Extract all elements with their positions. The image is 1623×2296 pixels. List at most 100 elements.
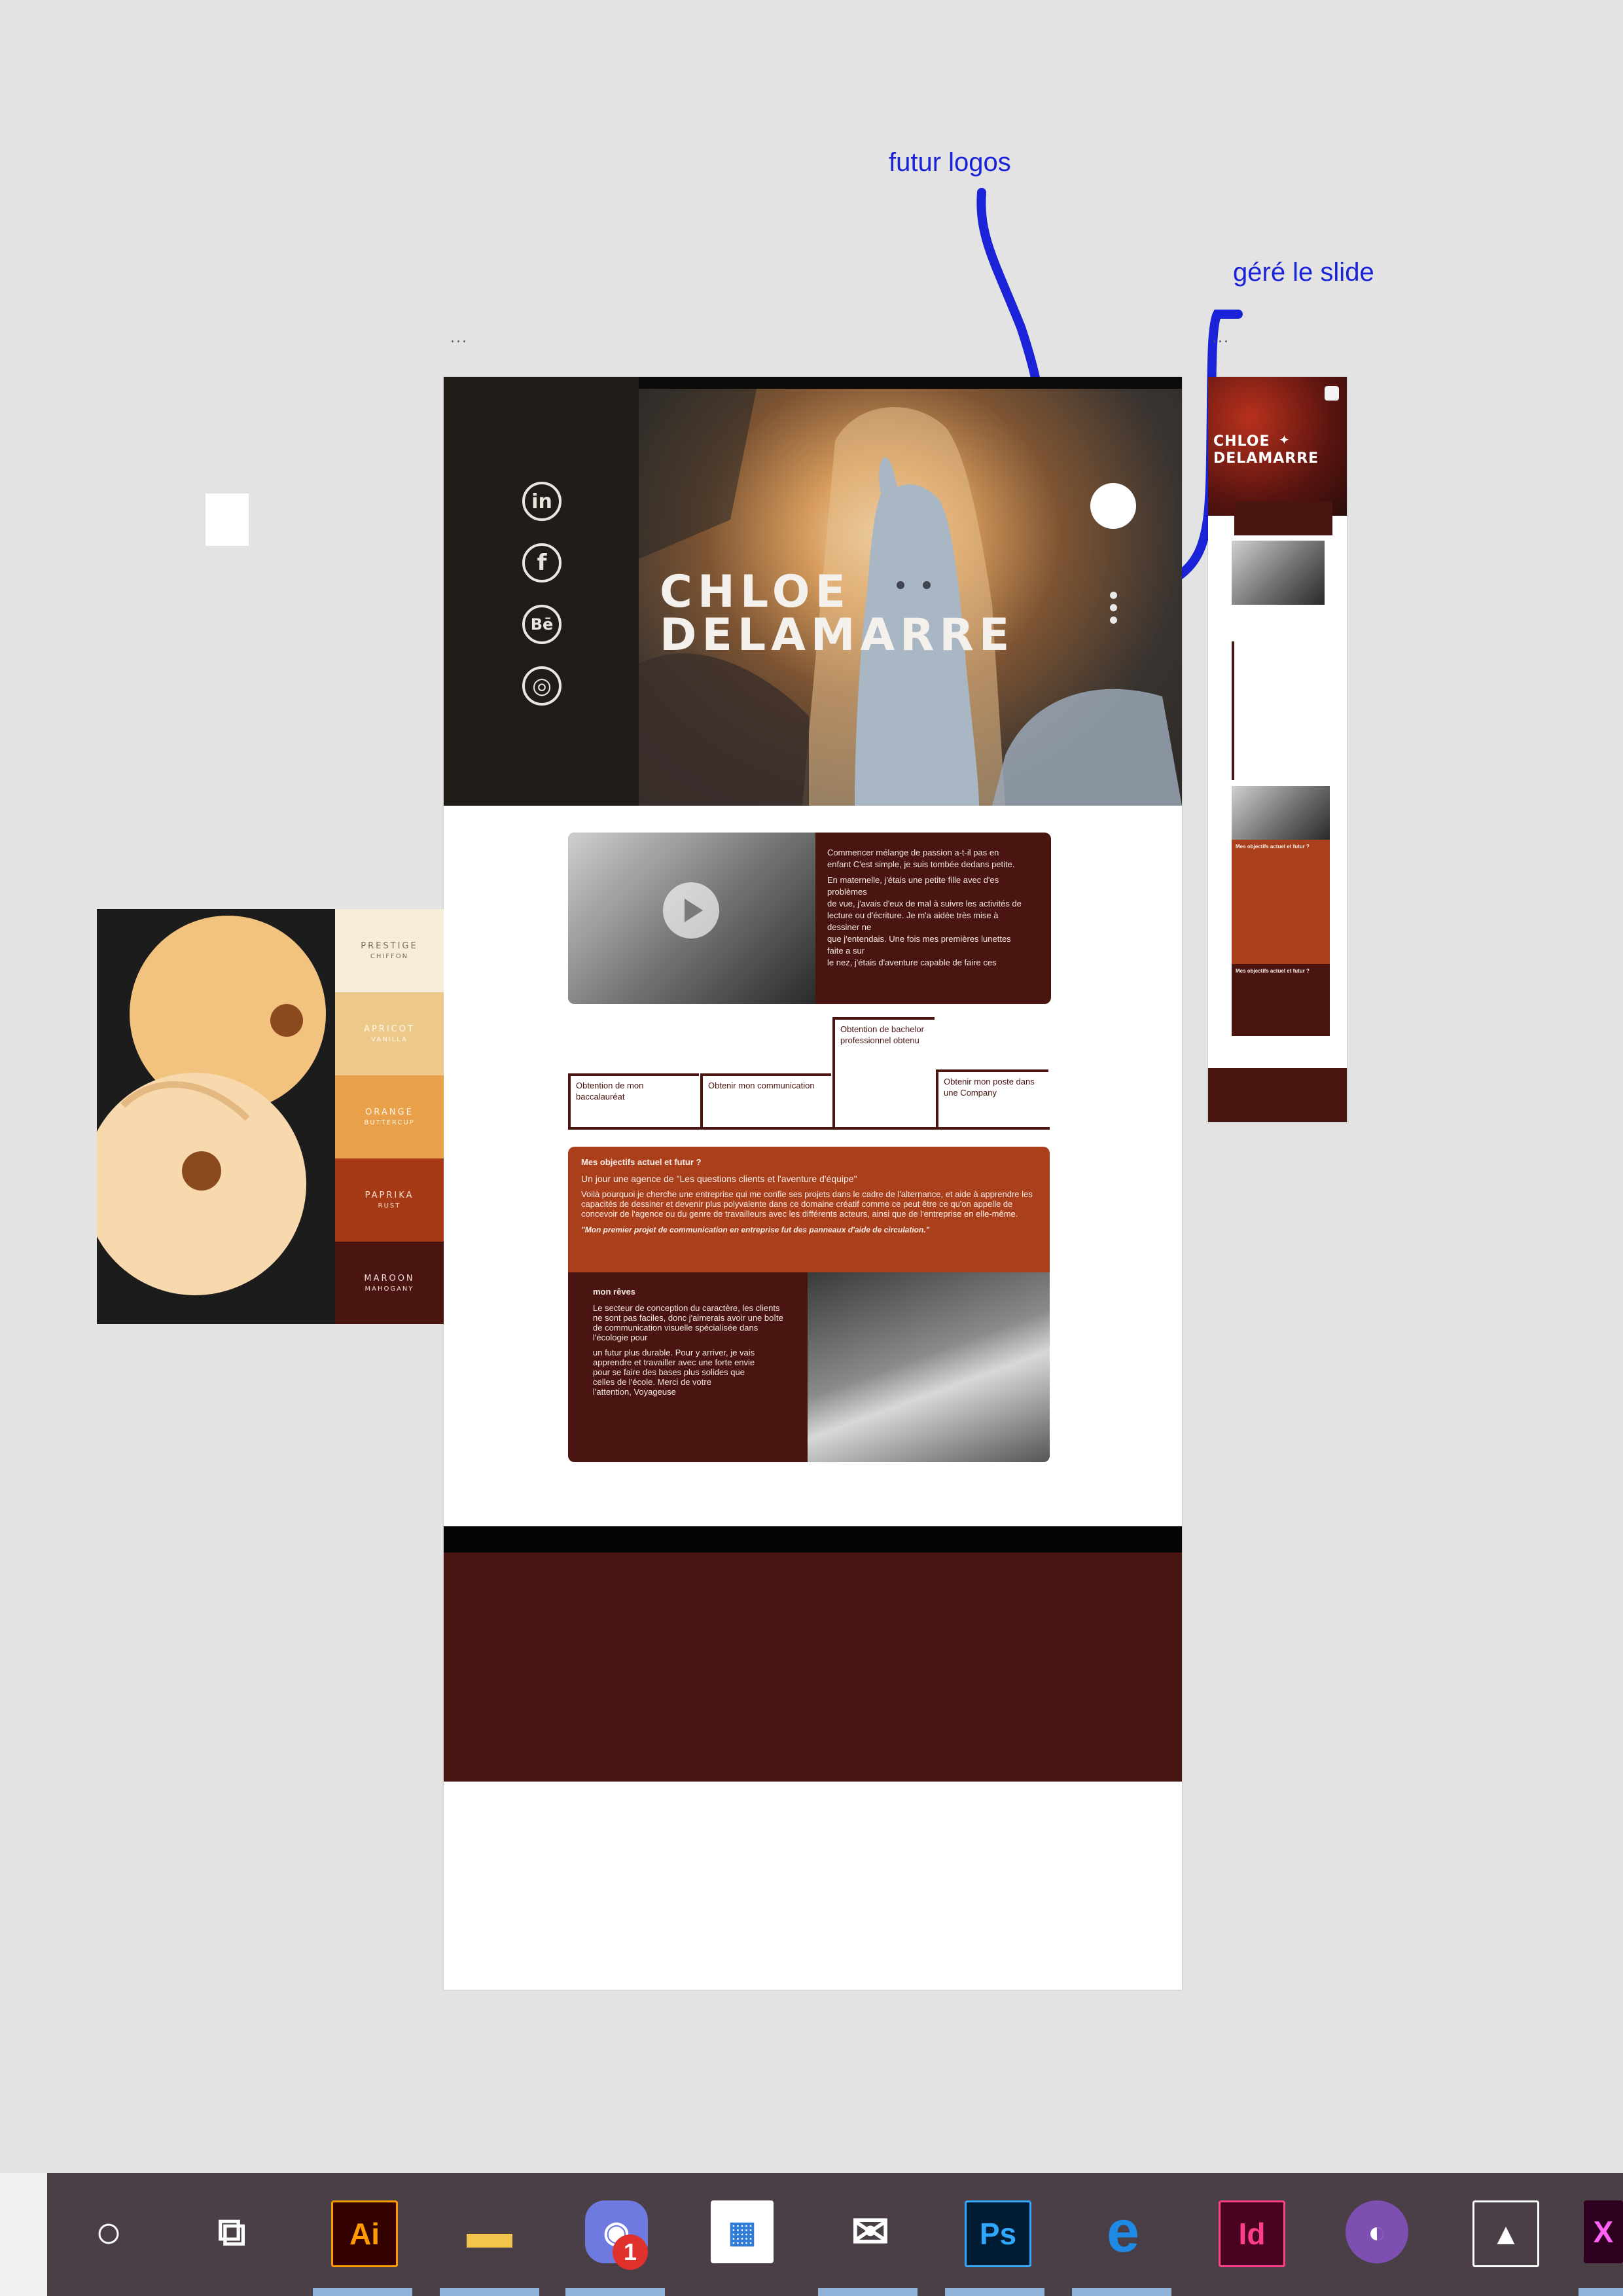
swatch-label: MAROON xyxy=(364,1273,415,1283)
slide-dot[interactable] xyxy=(1110,604,1117,611)
intro-line: En maternelle, j'étais une petite fille … xyxy=(827,875,999,885)
running-indicator xyxy=(1578,2288,1623,2296)
mobile-intro-photo xyxy=(1232,541,1325,605)
timeline-step-4: Obtenir mon poste dans une Company xyxy=(936,1069,1048,1128)
swatch-sublabel: RUST xyxy=(378,1202,401,1210)
reves-line: de communication visuelle spécialisée da… xyxy=(593,1323,758,1333)
slide-dots[interactable] xyxy=(1110,592,1118,629)
running-indicator xyxy=(565,2288,665,2296)
slide-dot[interactable] xyxy=(1110,592,1117,599)
twitter-icon[interactable]: ✦ xyxy=(1279,432,1290,448)
mobile-photo-2 xyxy=(1232,786,1330,840)
mobile-reves-title: Mes objectifs actuel et futur ? xyxy=(1236,968,1310,974)
annotation-gere-le-slide: géré le slide xyxy=(1233,258,1374,287)
swatch-label: ORANGE xyxy=(365,1107,414,1117)
reves-line: apprendre et travailler avec une forte e… xyxy=(593,1357,755,1367)
swatch-prestige[interactable]: PRESTIGE CHIFFON xyxy=(335,909,444,992)
cortana-icon[interactable]: ○ xyxy=(77,2200,140,2263)
mobile-footer xyxy=(1208,1068,1347,1122)
intro-text: Commencer mélange de passion a-t-il pas … xyxy=(827,847,1037,969)
swatch-sublabel: CHIFFON xyxy=(370,953,409,960)
color-palette-board[interactable]: PRESTIGE CHIFFON APRICOT VANILLA ORANGE … xyxy=(97,909,444,1324)
store-icon[interactable]: ▦ xyxy=(711,2200,774,2263)
behance-icon[interactable]: Bē xyxy=(522,605,562,644)
reves-line: celles de l'école. Merci de votre xyxy=(593,1377,711,1387)
edge-icon[interactable]: e xyxy=(1092,2199,1154,2265)
photos-icon[interactable]: ▲ xyxy=(1472,2200,1539,2267)
discord-notification-badge: 1 xyxy=(613,2234,648,2270)
mobile-reves: Mes objectifs actuel et futur ? xyxy=(1232,964,1330,1036)
social-sidebar: in f Bē ◎ xyxy=(444,377,639,806)
swatch-sublabel: VANILLA xyxy=(371,1036,408,1043)
mobile-hero-title: CHLOE DELAMARRE xyxy=(1213,433,1319,467)
timeline-step-3: Obtention de bachelor professionnel obte… xyxy=(832,1017,935,1128)
reves-line: Le secteur de conception du caractère, l… xyxy=(593,1303,780,1313)
swatch-sublabel: MAHOGANY xyxy=(365,1285,414,1293)
objectifs-subtitle: Un jour une agence de "Les questions cli… xyxy=(581,1174,857,1184)
illustrator-icon[interactable]: Ai xyxy=(331,2200,398,2267)
hero-title-line2: DELAMARRE xyxy=(660,609,1015,661)
desktop-artboard[interactable]: in f Bē ◎ CHLOE DELAMARRE Commencer méla… xyxy=(444,377,1182,1990)
annotation-futur-logos: futur logos xyxy=(889,148,1011,177)
task-view-icon[interactable]: ⧉ xyxy=(200,2200,263,2263)
hero-top-bar xyxy=(639,377,1182,389)
running-indicator xyxy=(1072,2288,1171,2296)
running-indicator xyxy=(945,2288,1044,2296)
artboard-label-desktop[interactable]: ... xyxy=(450,330,468,346)
running-indicator xyxy=(818,2288,918,2296)
facebook-icon[interactable]: f xyxy=(522,543,562,583)
mobile-menu-icon[interactable] xyxy=(1325,386,1339,401)
xd-icon[interactable]: X xyxy=(1584,2200,1623,2263)
reves-photo xyxy=(808,1272,1050,1462)
linkedin-icon[interactable]: in xyxy=(522,482,562,521)
footer-top-bar xyxy=(444,1526,1182,1552)
reves-line: pour se faire des bases plus solides que xyxy=(593,1367,745,1377)
artboard-label-mobile[interactable]: ... xyxy=(1212,330,1230,346)
swatch-apricot[interactable]: APRICOT VANILLA xyxy=(335,992,444,1075)
mobile-title-line2: DELAMARRE xyxy=(1213,450,1319,467)
reves-line: un futur plus durable. Pour y arriver, j… xyxy=(593,1348,755,1357)
mobile-artboard[interactable]: CHLOE DELAMARRE ✦ Mes objectifs actuel e… xyxy=(1208,377,1347,1122)
intro-card: Commencer mélange de passion a-t-il pas … xyxy=(568,833,1051,1004)
swatch-orange[interactable]: ORANGE BUTTERCUP xyxy=(335,1075,444,1158)
swatch-paprika[interactable]: PAPRIKA RUST xyxy=(335,1158,444,1242)
instagram-icon[interactable]: ◎ xyxy=(522,666,562,706)
mobile-objectifs: Mes objectifs actuel et futur ? xyxy=(1232,840,1330,964)
indesign-icon[interactable]: Id xyxy=(1219,2200,1285,2267)
intro-line: problèmes xyxy=(827,887,867,897)
intro-line: de vue, j'avais d'eux de mal à suivre le… xyxy=(827,899,1022,908)
file-explorer-icon[interactable]: ▬ xyxy=(458,2200,521,2263)
swatch-sublabel: BUTTERCUP xyxy=(364,1119,415,1126)
empty-artboard-thumbnail[interactable] xyxy=(205,493,249,546)
swatch-label: APRICOT xyxy=(364,1024,415,1034)
reves-title: mon rêves xyxy=(593,1287,636,1297)
reves-line: ne sont pas faciles, donc j'aimerais avo… xyxy=(593,1313,783,1323)
slide-button[interactable] xyxy=(1090,483,1136,529)
mobile-timeline-line xyxy=(1232,641,1234,780)
hero-title: CHLOE DELAMARRE xyxy=(660,566,1015,661)
play-icon[interactable] xyxy=(663,882,719,939)
objectifs-quote: "Mon premier projet de communication en … xyxy=(581,1225,930,1234)
objectifs-section: Mes objectifs actuel et futur ? Un jour … xyxy=(568,1147,1050,1274)
intro-line: dessiner ne xyxy=(827,922,872,932)
github-icon[interactable]: ◐ xyxy=(1346,2200,1408,2263)
swatch-maroon[interactable]: MAROON MAHOGANY xyxy=(335,1242,444,1324)
timeline-step-2: Obtenir mon communication xyxy=(700,1073,831,1128)
intro-line: lecture ou d'écriture. Je m'a aidée très… xyxy=(827,910,999,920)
mail-icon[interactable]: ✉ xyxy=(839,2200,902,2263)
timeline-step-1: Obtention de mon baccalauréat xyxy=(568,1073,699,1128)
intro-line: le nez, j'étais d'aventure capable de fa… xyxy=(827,958,997,967)
rose-photo xyxy=(97,909,335,1324)
rose-illustration xyxy=(97,916,326,1295)
hero-title-line1: CHLOE xyxy=(660,566,851,618)
reves-text: mon rêves Le secteur de conception du ca… xyxy=(593,1287,802,1397)
taskbar-search-edge[interactable] xyxy=(0,2173,47,2296)
slide-dot[interactable] xyxy=(1110,617,1117,624)
intro-line: Commencer mélange de passion a-t-il pas … xyxy=(827,848,999,857)
objectifs-title: Mes objectifs actuel et futur ? xyxy=(581,1157,702,1167)
photoshop-icon[interactable]: Ps xyxy=(965,2200,1031,2267)
mobile-intro-card xyxy=(1234,501,1332,535)
running-indicator xyxy=(313,2288,412,2296)
running-indicator xyxy=(440,2288,539,2296)
objectifs-body: Voilà pourquoi je cherche une entreprise… xyxy=(581,1189,1033,1219)
